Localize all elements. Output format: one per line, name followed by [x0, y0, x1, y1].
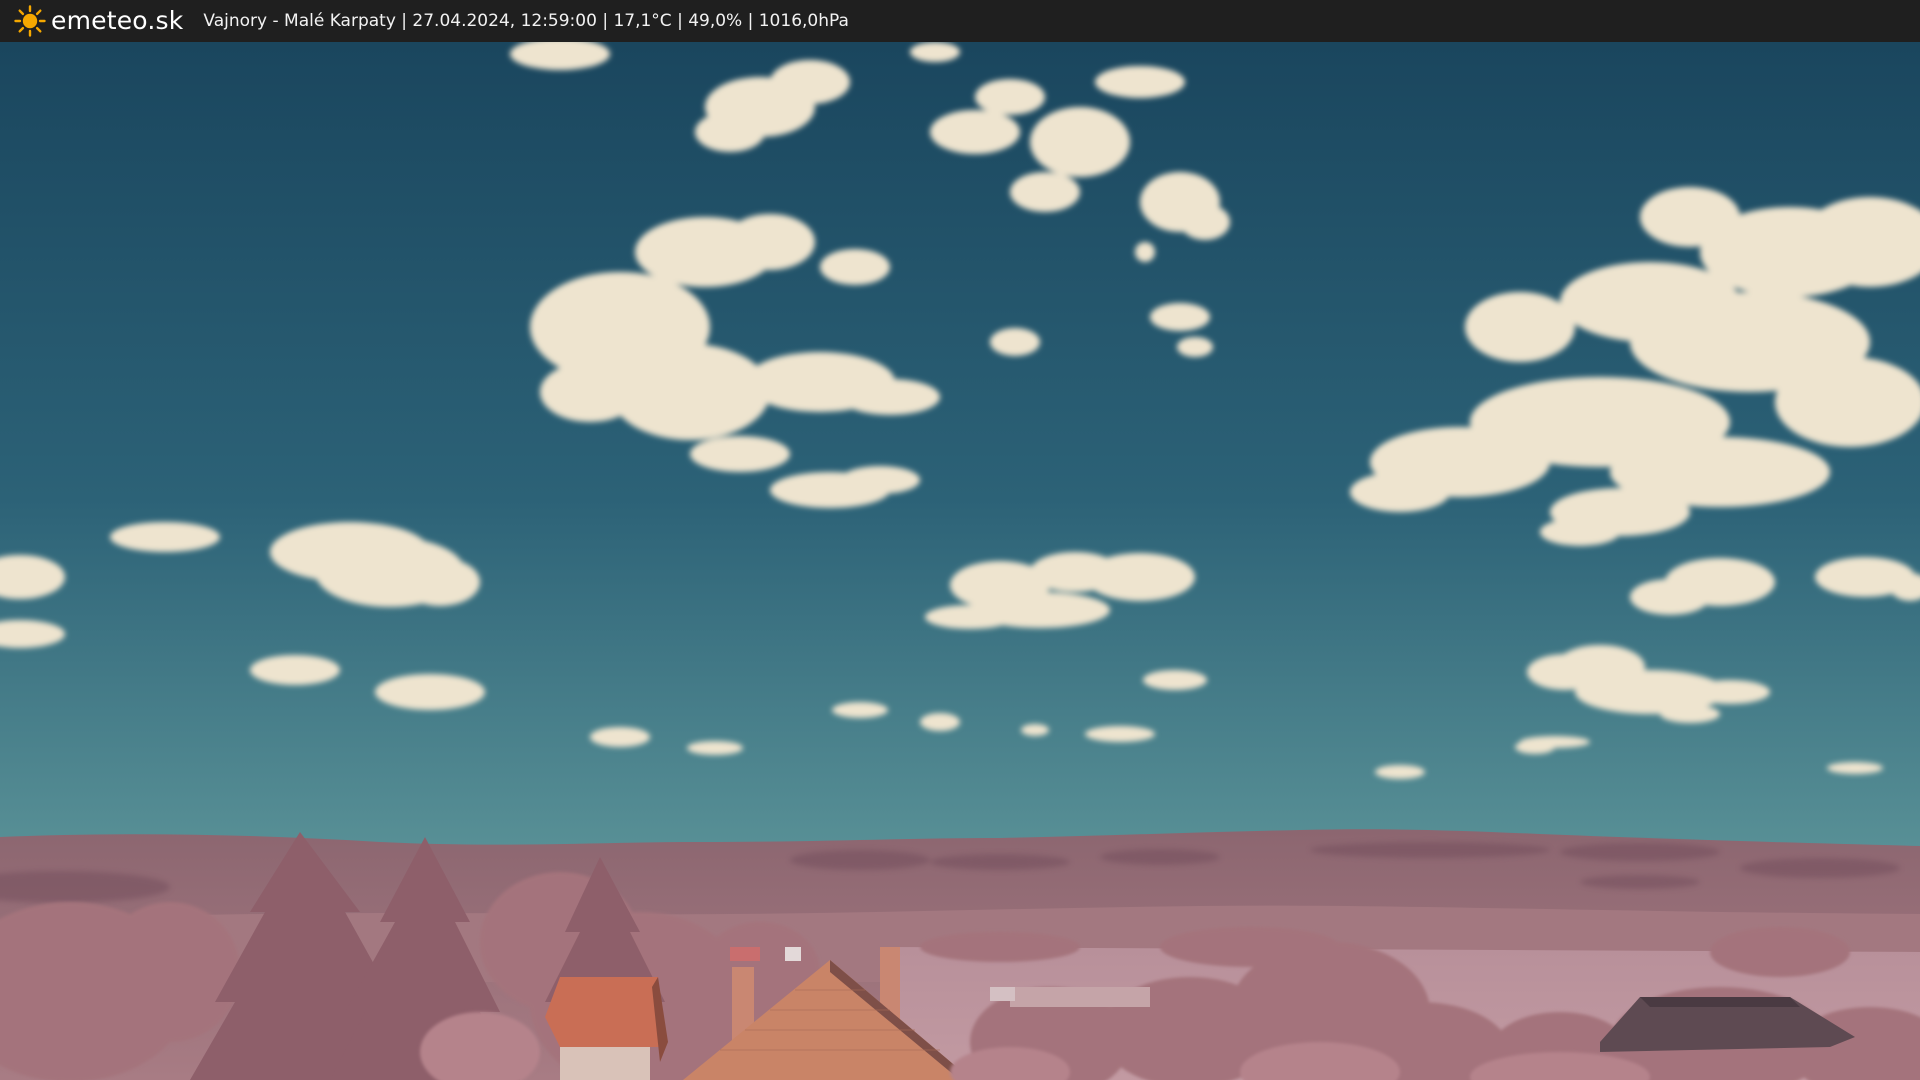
- house-left: [545, 977, 668, 1080]
- brand-name: emeteo.sk: [51, 6, 184, 35]
- weather-caption: Vajnory - Malé Karpaty | 27.04.2024, 12:…: [203, 11, 849, 31]
- sun-icon: [14, 5, 46, 37]
- brand-logo: emeteo.sk: [14, 0, 183, 42]
- info-bar: emeteo.sk Vajnory - Malé Karpaty | 27.04…: [0, 0, 1920, 42]
- webcam-view: emeteo.sk Vajnory - Malé Karpaty | 27.04…: [0, 0, 1920, 1080]
- webcam-image: [0, 42, 1920, 1080]
